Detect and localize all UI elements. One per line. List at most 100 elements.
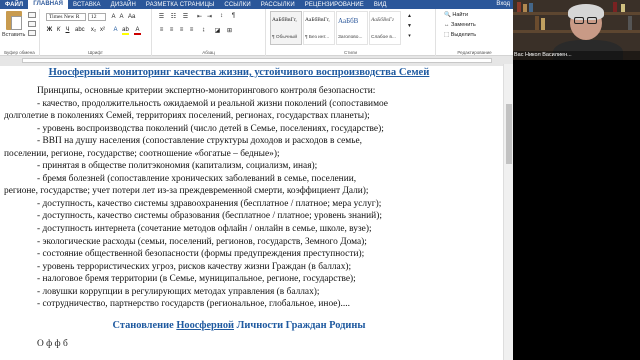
justify-icon[interactable]: ≡ <box>188 27 195 33</box>
font-group: Times New R 12 A A Aa Ж К Ч abc x₂ x² A … <box>40 9 152 56</box>
title-part-2: мониторинг качества жизни, устойчивого в… <box>110 67 430 78</box>
tab-references[interactable]: ССЫЛКИ <box>219 2 255 8</box>
format-painter-icon[interactable] <box>28 30 36 36</box>
style-heading[interactable]: АаБбВ Заголово... <box>336 11 368 45</box>
cut-icon[interactable] <box>28 12 36 18</box>
editing-group-label: Редактирование <box>457 50 492 55</box>
shading-icon[interactable]: ◪ <box>214 27 221 34</box>
increase-indent-icon[interactable]: ⇥ <box>206 13 213 20</box>
title-part-1: Ноосферный <box>48 67 111 78</box>
clipboard-group: Вставить Буфер обмена <box>0 9 40 56</box>
word-window: ФАЙЛ ГЛАВНАЯ ВСТАВКА ДИЗАЙН РАЗМЕТКА СТР… <box>0 0 513 360</box>
doc-line: - бремя болезней (сопоставление хроничес… <box>37 173 357 184</box>
book <box>628 16 632 30</box>
clipboard-group-label: Буфер обмена <box>4 50 35 55</box>
change-case-icon[interactable]: Aa <box>128 14 135 20</box>
numbering-icon[interactable]: ☷ <box>170 13 177 20</box>
align-left-icon[interactable]: ≡ <box>158 27 165 33</box>
doc-line: - доступность, качество системы здравоох… <box>37 198 382 209</box>
tab-insert[interactable]: ВСТАВКА <box>68 2 106 8</box>
font-size-box[interactable]: 12 <box>88 13 106 21</box>
tab-file[interactable]: ФАЙЛ <box>0 1 29 8</box>
tab-design[interactable]: ДИЗАЙН <box>106 2 141 8</box>
align-center-icon[interactable]: ≡ <box>168 27 175 33</box>
decrease-indent-icon[interactable]: ⇤ <box>196 13 203 20</box>
book <box>523 4 527 12</box>
styles-scroll-down-icon[interactable]: ▼ <box>406 23 413 29</box>
doc-line: регионе, государстве; учет потери лет из… <box>4 186 369 197</box>
paste-button[interactable]: Вставить <box>2 32 25 38</box>
vertical-scrollbar[interactable] <box>503 64 513 360</box>
subscript-icon[interactable]: x₂ <box>90 27 97 33</box>
editing-group: 🔍 Найти ↔ Заменить ⬚ Выделить Редактиров… <box>436 9 513 56</box>
glasses-icon <box>574 17 584 24</box>
sort-icon[interactable]: ↕ <box>218 13 225 19</box>
tab-review[interactable]: РЕЦЕНЗИРОВАНИЕ <box>300 2 369 8</box>
grow-font-icon[interactable]: A <box>110 14 117 20</box>
paste-icon[interactable] <box>6 11 22 30</box>
style-name: ¶ Обычный <box>272 35 298 40</box>
strikethrough-icon[interactable]: abc <box>75 27 85 33</box>
ruler <box>0 57 513 64</box>
ribbon-tabs: ФАЙЛ ГЛАВНАЯ ВСТАВКА ДИЗАЙН РАЗМЕТКА СТР… <box>0 0 513 9</box>
shrink-font-icon[interactable]: A <box>118 14 125 20</box>
webcam-participant-name: Вас Никол Василиен... <box>513 51 640 60</box>
style-name: ¶ Без инт... <box>305 35 330 40</box>
doc-line: - доступность, качество системы образова… <box>37 211 382 222</box>
replace-button[interactable]: ↔ Заменить <box>444 22 476 28</box>
highlight-icon[interactable]: ab <box>122 27 129 35</box>
document-page[interactable]: Ноосферный мониторинг качества жизни, ус… <box>0 66 503 360</box>
styles-group-label: Стили <box>344 50 357 55</box>
underline-button[interactable]: Ч <box>64 27 71 33</box>
book <box>535 16 539 30</box>
doc-line: - принятая в обществе политэкономия (кап… <box>37 161 318 172</box>
font-name-box[interactable]: Times New R <box>46 13 86 21</box>
multilevel-list-icon[interactable]: ☰ <box>182 13 189 20</box>
book <box>621 4 625 12</box>
ruler-bar[interactable] <box>22 58 492 63</box>
italic-button[interactable]: К <box>55 27 62 33</box>
style-sample: АаБбВ <box>338 17 359 25</box>
doc-line: - экологические расходы (семьи, поселени… <box>37 236 367 247</box>
styles-scroll-up-icon[interactable]: ▲ <box>406 13 413 19</box>
scrollbar-thumb[interactable] <box>506 104 512 164</box>
style-subtle-emphasis[interactable]: АаБбВвГг Слабое в... <box>369 11 401 45</box>
doc-line: - качество, продолжительность ожидаемой … <box>37 98 388 109</box>
doc-line: - состояние общественной безопасности (ф… <box>37 249 365 260</box>
line-spacing-icon[interactable]: ↨ <box>200 27 207 33</box>
bold-button[interactable]: Ж <box>46 27 53 33</box>
select-button[interactable]: ⬚ Выделить <box>444 32 476 38</box>
tab-view[interactable]: ВИД <box>369 2 392 8</box>
tab-layout[interactable]: РАЗМЕТКА СТРАНИЦЫ <box>141 2 220 8</box>
tab-home[interactable]: ГЛАВНАЯ <box>28 0 69 9</box>
style-normal[interactable]: АаБбВвГг, ¶ Обычный <box>270 11 302 45</box>
style-no-spacing[interactable]: АаБбВвГг, ¶ Без инт... <box>303 11 335 45</box>
copy-icon[interactable] <box>28 21 36 27</box>
ribbon: Вставить Буфер обмена Times New R 12 A A… <box>0 9 513 56</box>
tab-mailings[interactable]: РАССЫЛКИ <box>256 2 300 8</box>
doc-line: поселении, регионе, государстве; соотнош… <box>4 148 280 159</box>
signin-link[interactable]: Вход <box>496 1 510 7</box>
font-color-icon[interactable]: A <box>134 27 141 35</box>
doc-line: долголетие в поколениях Семей, территори… <box>4 111 370 122</box>
text-effects-icon[interactable]: A <box>112 27 119 33</box>
heading-part-2: Ноосферной <box>176 319 235 331</box>
find-button[interactable]: 🔍 Найти <box>444 12 468 18</box>
book <box>541 18 545 30</box>
style-name: Слабое в... <box>371 35 396 40</box>
styles-more-icon[interactable]: ▾ <box>406 33 413 39</box>
font-group-label: Шрифт <box>88 50 103 55</box>
styles-group: АаБбВвГг, ¶ Обычный АаБбВвГг, ¶ Без инт.… <box>266 9 436 56</box>
doc-line: - ВВП на душу населения (сопоставление с… <box>37 136 362 147</box>
superscript-icon[interactable]: x² <box>99 27 106 33</box>
show-marks-icon[interactable]: ¶ <box>230 13 237 19</box>
document-body[interactable]: Ноосферный мониторинг качества жизни, ус… <box>4 66 474 350</box>
section-heading: Становление Ноосферной Личности Граждан … <box>104 319 374 332</box>
align-right-icon[interactable]: ≡ <box>178 27 185 33</box>
style-sample: АаБбВвГг, <box>272 17 297 23</box>
doc-line: - сотрудничество, партнерство государств… <box>37 299 350 310</box>
borders-icon[interactable]: ⊞ <box>226 27 233 34</box>
book <box>613 2 617 12</box>
bullets-icon[interactable]: ☰ <box>158 13 165 20</box>
book <box>517 2 521 12</box>
